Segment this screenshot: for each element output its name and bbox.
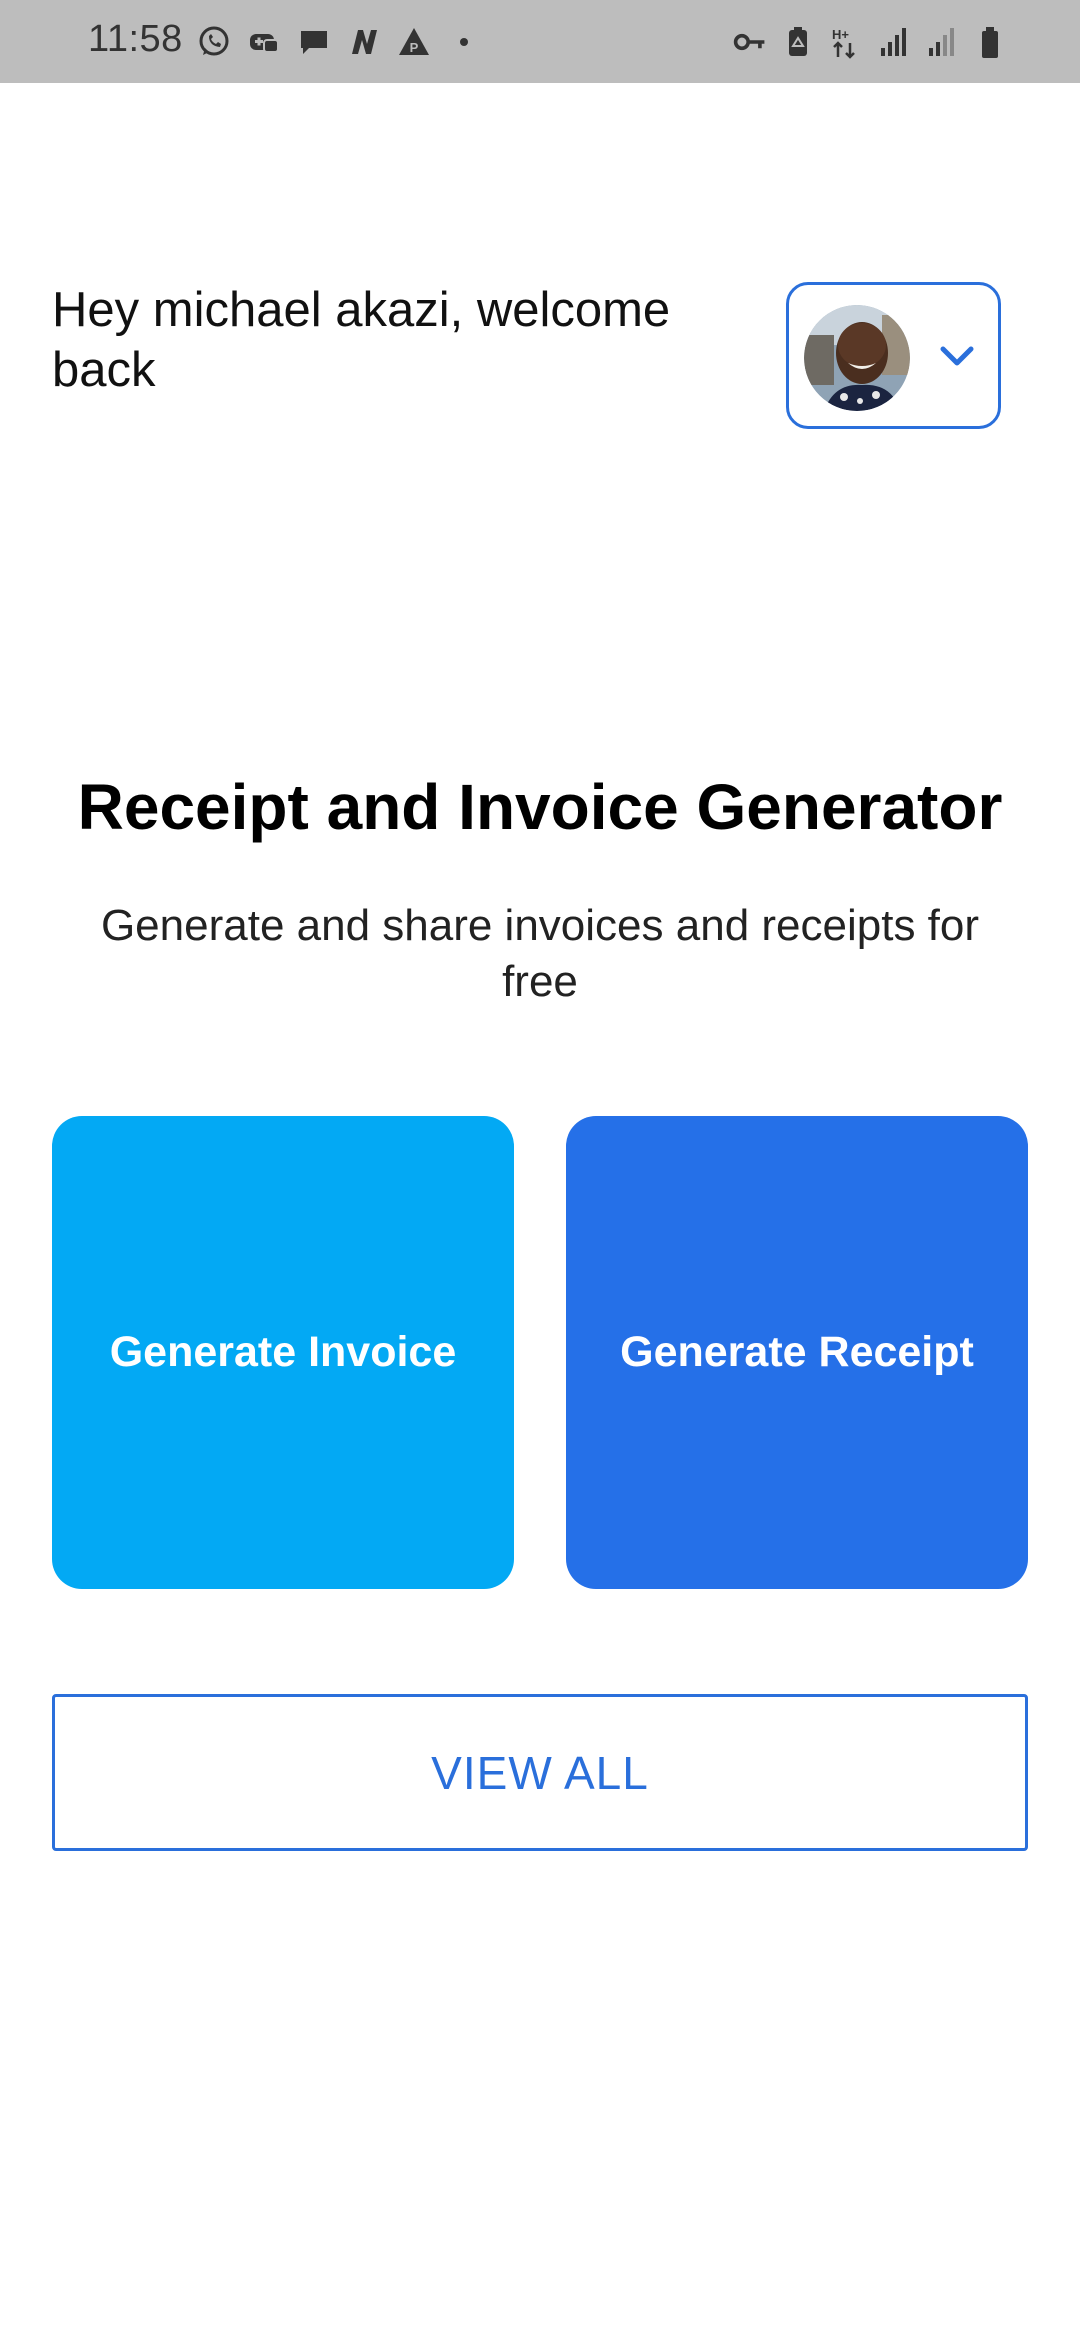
chevron-down-icon: [937, 341, 977, 373]
n-app-icon: [346, 24, 382, 60]
page-subtitle: Generate and share invoices and receipts…: [100, 901, 980, 1006]
data-indicator-label: H+: [832, 27, 849, 42]
status-time: 11:58: [88, 18, 183, 60]
dot-icon: [446, 24, 482, 60]
signal-1-icon: [876, 24, 912, 60]
generate-receipt-button[interactable]: Generate Receipt: [566, 1116, 1028, 1589]
view-all-button[interactable]: VIEW ALL: [52, 1694, 1028, 1851]
signal-2-icon: [924, 24, 960, 60]
whatsapp-icon: [196, 24, 232, 60]
battery-icon: [972, 24, 1008, 60]
notification-icons: P: [196, 22, 482, 62]
greeting-text: Hey michael akazi, welcome back: [52, 283, 671, 397]
svg-text:P: P: [410, 40, 419, 55]
status-bar: 11:58 P H+: [0, 0, 1080, 83]
avatar: [804, 305, 910, 411]
warning-p-icon: P: [396, 24, 432, 60]
generate-invoice-button[interactable]: Generate Invoice: [52, 1116, 514, 1589]
data-hplus-icon: H+: [828, 24, 864, 60]
profile-menu-button[interactable]: [786, 282, 1001, 429]
page-title: Receipt and Invoice Generator: [77, 771, 1003, 843]
battery-saver-icon: [780, 24, 816, 60]
vpn-key-icon: [732, 24, 768, 60]
game-controller-icon: [246, 24, 282, 60]
message-icon: [296, 24, 332, 60]
system-icons: H+: [732, 22, 1008, 62]
